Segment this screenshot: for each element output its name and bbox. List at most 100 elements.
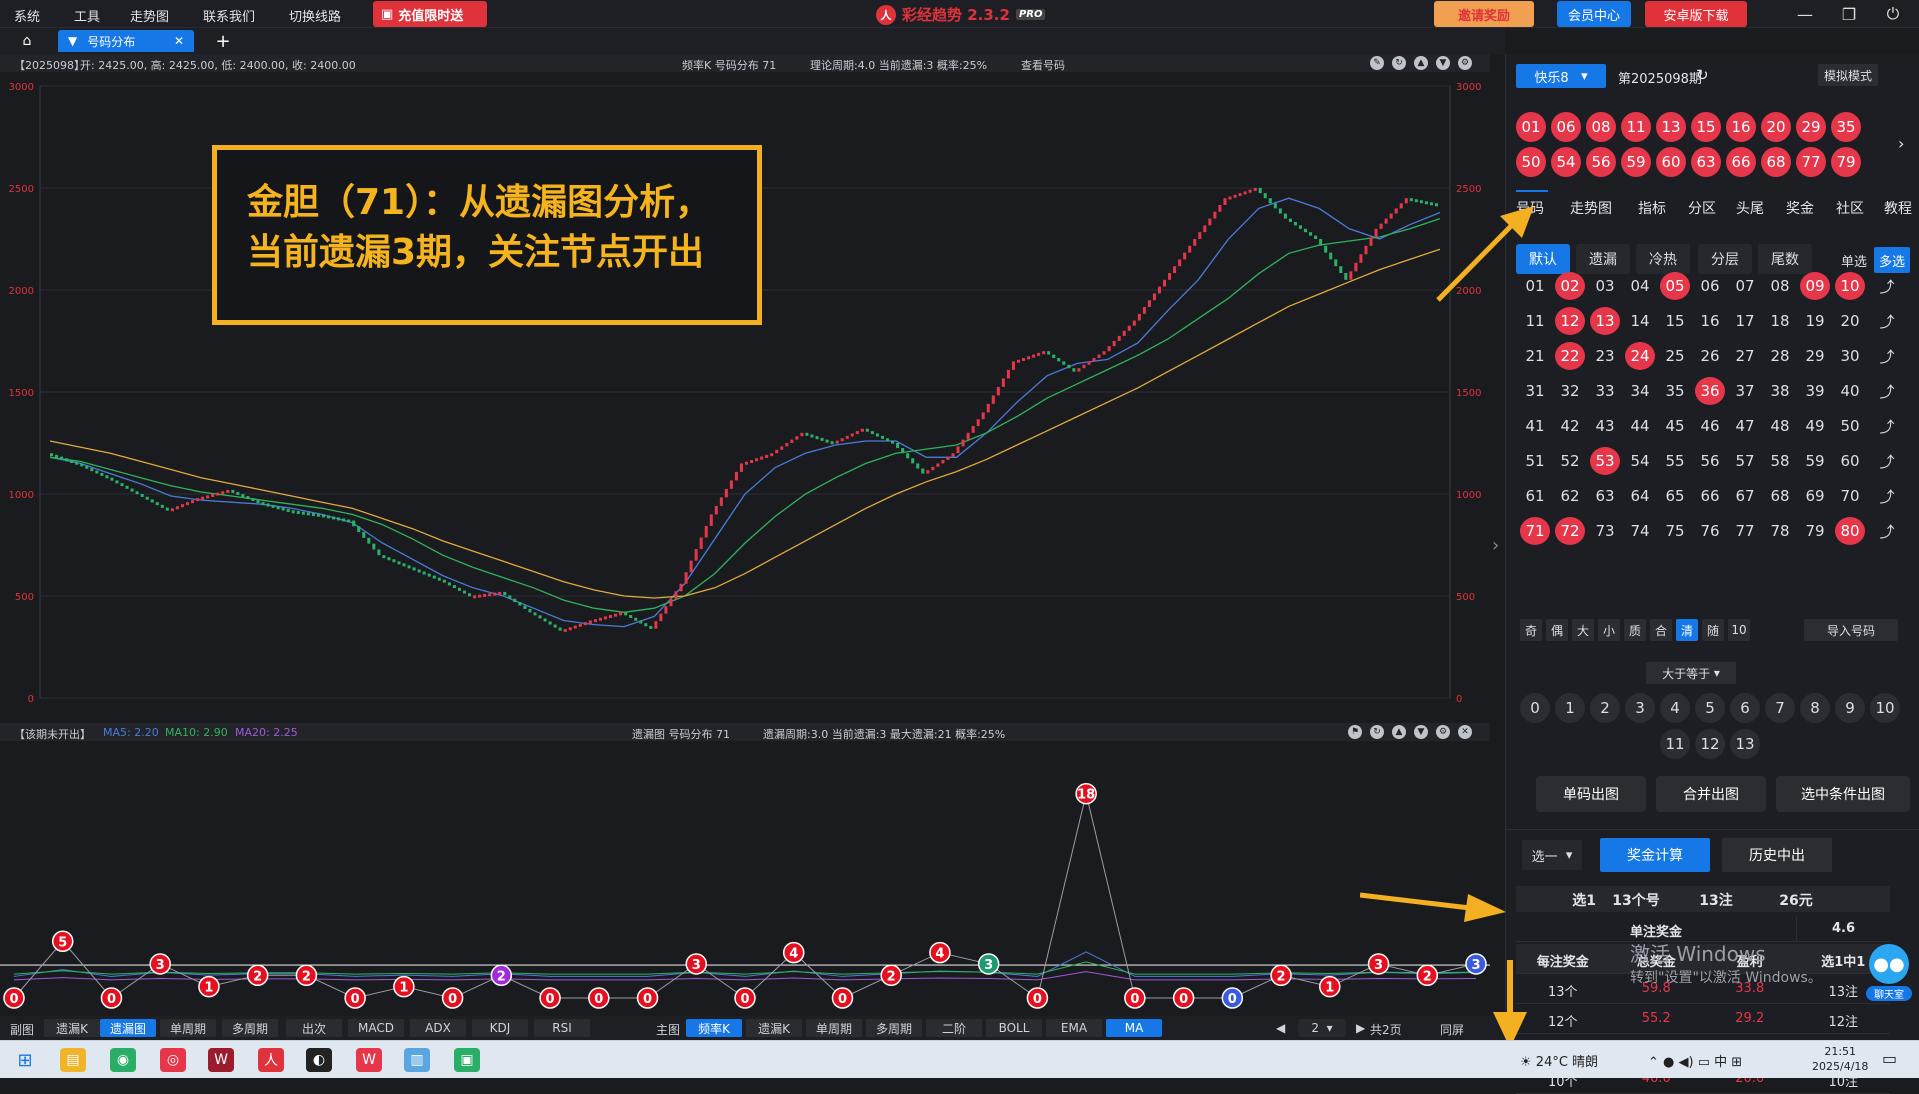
number-cell[interactable]: 42 (1555, 412, 1585, 440)
quick-0[interactable]: 奇 (1520, 619, 1542, 641)
number-cell[interactable]: 61 (1520, 482, 1550, 510)
notes-icon[interactable]: ▥ (404, 1048, 430, 1072)
trend-chart-icon[interactable]: ⤴ (1876, 345, 1898, 367)
number-cell[interactable]: 72 (1555, 517, 1585, 545)
count-ball[interactable]: 12 (1695, 729, 1725, 759)
number-cell[interactable]: 43 (1590, 412, 1620, 440)
number-cell[interactable]: 48 (1765, 412, 1795, 440)
mainchart-btn-1[interactable]: 遗漏K (746, 1019, 802, 1037)
wechat-icon[interactable]: ◉ (110, 1048, 136, 1072)
number-cell[interactable]: 76 (1695, 517, 1725, 545)
number-cell[interactable]: 52 (1555, 447, 1585, 475)
trend-chart-icon[interactable]: ⤴ (1876, 520, 1898, 542)
number-cell[interactable]: 59 (1800, 447, 1830, 475)
count-ball[interactable]: 6 (1730, 693, 1760, 723)
trend-chart-icon[interactable]: ⤴ (1876, 275, 1898, 297)
number-cell[interactable]: 78 (1765, 517, 1795, 545)
invite-button[interactable]: 邀请奖励 (1434, 1, 1534, 27)
move-down-icon[interactable]: ▼ (1414, 725, 1428, 739)
sync-screen-button[interactable]: 同屏 (1440, 1021, 1464, 1038)
number-cell[interactable]: 38 (1765, 377, 1795, 405)
number-cell[interactable]: 09 (1800, 272, 1830, 300)
tab-number-distribution[interactable]: ▼ 号码分布 ✕ (58, 30, 194, 52)
mainchart-btn-2[interactable]: 单周期 (806, 1019, 862, 1037)
settings-icon[interactable]: ⚙ (1436, 725, 1450, 739)
refresh-icon[interactable]: ↻ (1370, 725, 1384, 739)
quick-5[interactable]: 合 (1650, 619, 1672, 641)
home-icon[interactable]: ⌂ (12, 30, 42, 52)
subchart-btn-1[interactable]: 遗漏图 (100, 1019, 156, 1037)
android-download-button[interactable]: 安卓版下载 (1645, 1, 1747, 27)
number-cell[interactable]: 28 (1765, 342, 1795, 370)
close-icon[interactable]: ✕ (174, 34, 184, 48)
number-cell[interactable]: 45 (1660, 412, 1690, 440)
number-cell[interactable]: 17 (1730, 307, 1760, 335)
number-cell[interactable]: 35 (1660, 377, 1690, 405)
subchart-btn-5[interactable]: MACD (348, 1019, 404, 1037)
refresh-icon[interactable]: ↻ (1392, 56, 1406, 70)
trend-chart-icon[interactable]: ⤴ (1876, 310, 1898, 332)
number-cell[interactable]: 21 (1520, 342, 1550, 370)
page-select[interactable]: 2 ▾ (1298, 1019, 1346, 1037)
number-cell[interactable]: 06 (1695, 272, 1725, 300)
screenshot-icon[interactable]: ▣ (454, 1048, 480, 1072)
number-cell[interactable]: 80 (1835, 517, 1865, 545)
number-cell[interactable]: 20 (1835, 307, 1865, 335)
number-cell[interactable]: 27 (1730, 342, 1760, 370)
subchart-btn-6[interactable]: ADX (410, 1019, 466, 1037)
number-cell[interactable]: 10 (1835, 272, 1865, 300)
number-cell[interactable]: 36 (1695, 377, 1725, 405)
restore-icon[interactable]: ❐ (1834, 2, 1864, 26)
trend-chart-icon[interactable]: ⤴ (1876, 415, 1898, 437)
quick-7[interactable]: 随 (1702, 619, 1724, 641)
count-ball[interactable]: 5 (1695, 693, 1725, 723)
number-cell[interactable]: 14 (1625, 307, 1655, 335)
filter-1[interactable]: 遗漏 (1576, 244, 1630, 274)
nav-tab-6[interactable]: 社区 (1836, 198, 1864, 218)
minimize-icon[interactable]: — (1790, 2, 1820, 26)
mainchart-btn-4[interactable]: 二阶 (926, 1019, 982, 1037)
app-icon[interactable]: W (208, 1048, 234, 1072)
number-cell[interactable]: 12 (1555, 307, 1585, 335)
number-cell[interactable]: 11 (1520, 307, 1550, 335)
settings-icon[interactable]: ⚙ (1458, 56, 1472, 70)
number-cell[interactable]: 05 (1660, 272, 1690, 300)
trend-chart-icon[interactable]: ⤴ (1876, 450, 1898, 472)
trend-chart-icon[interactable]: ⤴ (1876, 380, 1898, 402)
edit-icon[interactable]: ✎ (1370, 56, 1384, 70)
prev-page-icon[interactable]: ◀ (1276, 1021, 1285, 1035)
number-cell[interactable]: 23 (1590, 342, 1620, 370)
number-cell[interactable]: 30 (1835, 342, 1865, 370)
prize-calc-button[interactable]: 奖金计算 (1600, 838, 1710, 872)
mainchart-btn-7[interactable]: MA (1106, 1019, 1162, 1037)
wps-icon[interactable]: W (356, 1048, 382, 1072)
next-page-icon[interactable]: ▶ (1356, 1021, 1365, 1035)
number-cell[interactable]: 73 (1590, 517, 1620, 545)
number-cell[interactable]: 58 (1765, 447, 1795, 475)
nav-tab-2[interactable]: 指标 (1638, 198, 1666, 218)
filter-3[interactable]: 分层 (1698, 244, 1752, 274)
number-cell[interactable]: 19 (1800, 307, 1830, 335)
count-ball[interactable]: 10 (1870, 693, 1900, 723)
number-cell[interactable]: 29 (1800, 342, 1830, 370)
clock[interactable]: 21:51 2025/4/18 (1812, 1044, 1868, 1074)
power-icon[interactable]: ⏻ (1878, 2, 1908, 26)
number-cell[interactable]: 24 (1625, 342, 1655, 370)
number-cell[interactable]: 41 (1520, 412, 1550, 440)
caijing-app-icon[interactable]: 人 (258, 1048, 284, 1072)
count-ball[interactable]: 13 (1730, 729, 1760, 759)
quick-2[interactable]: 大 (1572, 619, 1594, 641)
number-cell[interactable]: 04 (1625, 272, 1655, 300)
number-cell[interactable]: 40 (1835, 377, 1865, 405)
mainchart-btn-0[interactable]: 频率K (686, 1019, 742, 1037)
view-numbers-link[interactable]: 查看号码 (1021, 57, 1065, 73)
number-cell[interactable]: 46 (1695, 412, 1725, 440)
compare-select[interactable]: 大于等于 ▾ (1646, 662, 1736, 684)
filter-2[interactable]: 冷热 (1636, 244, 1690, 274)
multi-select-button[interactable]: 多选 (1874, 247, 1910, 273)
number-cell[interactable]: 34 (1625, 377, 1655, 405)
number-cell[interactable]: 32 (1555, 377, 1585, 405)
quick-3[interactable]: 小 (1598, 619, 1620, 641)
quick-1[interactable]: 偶 (1546, 619, 1568, 641)
promo-button[interactable]: ▣ 充值限时送 (373, 1, 487, 27)
